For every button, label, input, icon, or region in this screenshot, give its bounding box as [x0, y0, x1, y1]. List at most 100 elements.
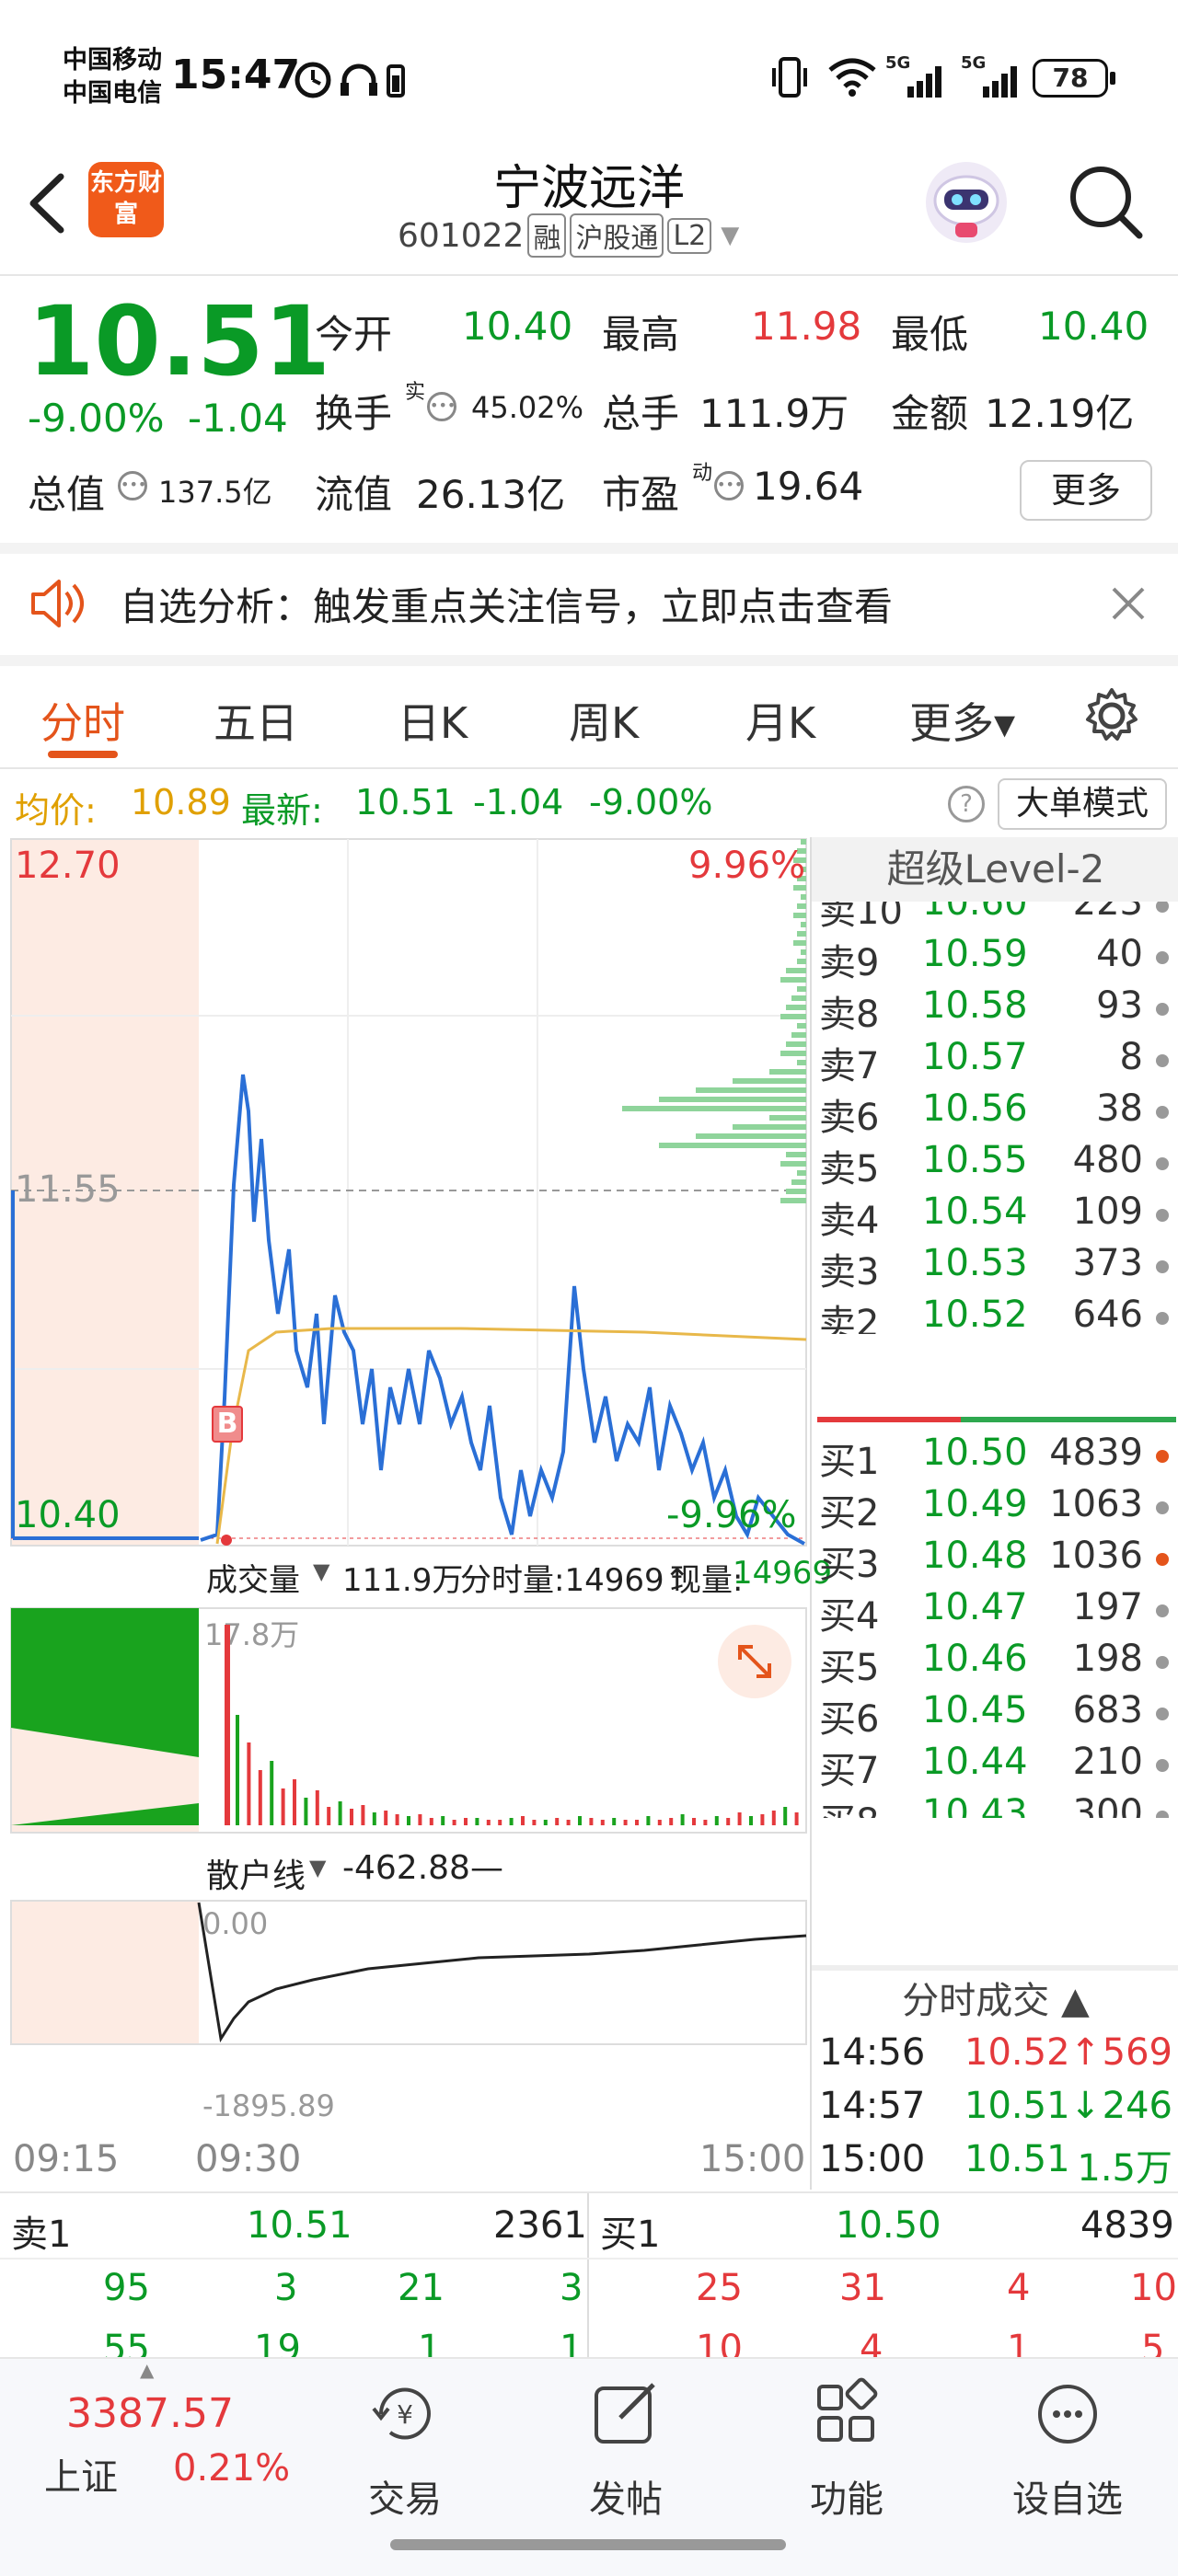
depth-bar [797, 931, 806, 937]
trade-price: 10.52↑ [964, 2031, 1102, 2074]
ask-row[interactable]: 卖4 10.54 109 [812, 1190, 1178, 1242]
buy-marker[interactable]: B [212, 1406, 243, 1443]
ask-row[interactable]: 卖3 10.53 373 [812, 1242, 1178, 1294]
close-icon[interactable] [1108, 583, 1149, 624]
edit-icon [595, 2383, 655, 2444]
level2-panel: 超级Level-2 卖10 10.60 223 卖9 10.59 40 卖8 10.58 93 卖… [810, 837, 1178, 2190]
volume-bar [600, 1820, 605, 1825]
help-icon[interactable]: ? [948, 786, 985, 822]
depth-bar [769, 1115, 806, 1121]
section-gap [0, 655, 1178, 666]
ask-volume: 109 [1072, 1190, 1143, 1233]
high-label: 最高 [602, 312, 680, 357]
trades-title[interactable]: 分时成交 ▲ [812, 1971, 1178, 2035]
order-dot-icon [1156, 1003, 1169, 1016]
chevron-down-icon[interactable]: ▼ [313, 1558, 329, 1584]
level2-title[interactable]: 超级Level-2 [812, 837, 1178, 902]
bid-row[interactable]: 买3 10.48 1036 [812, 1535, 1178, 1586]
ask-row[interactable]: 卖6 10.56 38 [812, 1087, 1178, 1139]
depth-bar [769, 1069, 806, 1075]
nav-watchlist[interactable]: 设自选 [994, 2377, 1141, 2543]
tab-monthly-k[interactable]: 月K [745, 690, 815, 751]
signal-banner[interactable]: 自选分析：触发重点关注信号，立即点击查看 [0, 554, 1178, 655]
bid-row[interactable]: 买5 10.46 198 [812, 1638, 1178, 1689]
ask-list: 卖10 10.60 223 卖9 10.59 40 卖8 10.58 93 卖7 10.57 8 卖6 1… [812, 902, 1178, 1334]
big-order-mode-button[interactable]: 大单模式 [998, 778, 1167, 830]
low-label: 最低 [891, 312, 969, 357]
trade-volume: 569 [1102, 2031, 1172, 2074]
order-dot-icon [1156, 1106, 1169, 1119]
order-dot-icon [1156, 1604, 1169, 1617]
float-label: 流值 [315, 472, 393, 517]
bid-row[interactable]: 买2 10.49 1063 [812, 1483, 1178, 1535]
ask-volume: 480 [1072, 1139, 1143, 1181]
bid-price: 10.49 [922, 1483, 1028, 1525]
ask-row[interactable]: 卖8 10.58 93 [812, 984, 1178, 1036]
info-icon[interactable]: ••• [714, 471, 744, 500]
more-button[interactable]: 更多 [1020, 460, 1152, 521]
tab-five-day[interactable]: 五日 [214, 690, 298, 751]
bid-row[interactable]: 买8 10.43 300 [812, 1792, 1178, 1818]
ask-row[interactable]: 卖9 10.59 40 [812, 933, 1178, 984]
trade-time: 14:56 [819, 2031, 926, 2074]
volume-bar [441, 1816, 445, 1825]
ask-row[interactable]: 卖10 10.60 223 [812, 902, 1178, 933]
volume-bar [270, 1761, 274, 1825]
volume-period: 分时量:14969↑ [460, 1562, 691, 1599]
bid-label: 买5 [819, 1647, 880, 1689]
wifi-icon [828, 58, 876, 97]
nav-watchlist-label: 设自选 [1012, 2478, 1123, 2521]
ask-price: 10.54 [922, 1190, 1028, 1233]
amount-label: 金额 [891, 391, 969, 436]
depth-bar [801, 949, 806, 955]
chevron-down-icon[interactable]: ▼ [309, 1855, 326, 1880]
volume-bar [612, 1818, 617, 1825]
volume-bar [361, 1805, 365, 1825]
queue-sell-price: 10.51 [247, 2204, 352, 2247]
tab-weekly-k[interactable]: 周K [569, 690, 639, 751]
info-icon[interactable]: ••• [427, 392, 456, 421]
chart-tabs: 分时 五日 日K 周K 月K 更多▾ [0, 666, 1178, 767]
more-dots-icon [1038, 2385, 1097, 2444]
robot-assistant-icon[interactable] [922, 158, 1011, 247]
gear-icon[interactable] [1082, 686, 1141, 745]
ask-label: 卖9 [819, 942, 880, 984]
bid-row[interactable]: 买6 10.45 683 [812, 1689, 1178, 1741]
nav-post[interactable]: 发帖 [552, 2377, 699, 2543]
tab-intraday[interactable]: 分时 [40, 690, 125, 751]
ask-row[interactable]: 卖7 10.57 8 [812, 1036, 1178, 1087]
time-end: 15:00 [699, 2138, 806, 2180]
depth-bar [780, 1051, 806, 1056]
volume-bar [726, 1818, 731, 1825]
volume-bar [509, 1818, 514, 1825]
turnover-value: 45.02% [471, 390, 584, 425]
tab-daily-k[interactable]: 日K [398, 690, 468, 751]
bottom-pct-label: -9.96% [666, 1494, 797, 1536]
tab-more[interactable]: 更多▾ [909, 690, 1015, 751]
volume-bar [350, 1809, 353, 1825]
pe-label: 市盈 [602, 472, 680, 517]
avg-value: 10.89 [131, 782, 231, 822]
retail-line-layer [197, 1902, 807, 2043]
nav-function[interactable]: 功能 [773, 2377, 920, 2543]
volume-bar [452, 1820, 456, 1825]
mktcap-value: 137.5亿 [158, 475, 272, 510]
info-icon[interactable]: ••• [118, 471, 147, 500]
bid-row[interactable]: 买1 10.50 4839 [812, 1432, 1178, 1483]
trade-time: 15:00 [819, 2138, 926, 2180]
bid-row[interactable]: 买4 10.47 197 [812, 1586, 1178, 1638]
trade-price: 10.51↓ [964, 2085, 1102, 2127]
ask-row[interactable]: 卖2 10.52 646 [812, 1294, 1178, 1334]
nav-trade[interactable]: ¥ 交易 [331, 2377, 479, 2543]
ask-volume: 40 [1096, 933, 1143, 975]
volume-label[interactable]: 成交量 [206, 1555, 300, 1600]
search-icon[interactable] [1066, 162, 1145, 241]
ask-row[interactable]: 卖5 10.55 480 [812, 1139, 1178, 1190]
volume-bar [555, 1818, 560, 1825]
index-ticker[interactable]: ▲ 3387.57 上证 0.21% [0, 2359, 304, 2543]
bid-row[interactable]: 买7 10.44 210 [812, 1741, 1178, 1792]
volume-bar [532, 1820, 537, 1825]
code-dropdown-icon[interactable]: ▼ [721, 222, 739, 249]
collapse-icon[interactable]: ▲ [140, 2359, 154, 2381]
queue-cell: 10 [1130, 2267, 1177, 2309]
